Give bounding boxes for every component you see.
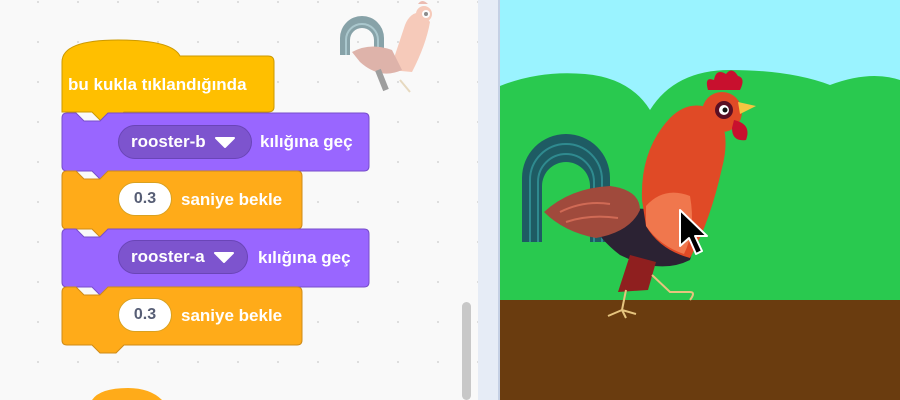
stage[interactable] [500, 0, 900, 400]
costume-dropdown-2[interactable]: rooster-a [118, 240, 248, 274]
costume-dropdown-2-value: rooster-a [131, 247, 205, 266]
caret-down-icon [214, 137, 235, 148]
ground-backdrop [500, 300, 900, 400]
wait-seconds-input-1[interactable]: 0.3 [118, 182, 172, 216]
costume-dropdown-1[interactable]: rooster-b [118, 125, 252, 159]
code-area[interactable]: bu kukla tıklandığında rooster-b kılığın… [0, 0, 478, 400]
wait-label-1[interactable]: saniye bekle [181, 190, 282, 210]
wait-seconds-input-2[interactable]: 0.3 [118, 298, 172, 332]
vertical-scrollbar[interactable] [462, 302, 471, 400]
costume-dropdown-1-value: rooster-b [131, 132, 206, 151]
caret-down-icon [213, 252, 234, 263]
stage-canvas [500, 0, 900, 400]
switch-costume-label-1[interactable]: kılığına geç [260, 132, 353, 152]
partial-hat-block-shape [92, 388, 162, 400]
switch-costume-label-2[interactable]: kılığına geç [258, 248, 351, 268]
wait-label-2[interactable]: saniye bekle [181, 306, 282, 326]
hat-block-label[interactable]: bu kukla tıklandığında [68, 75, 247, 95]
panel-divider [478, 0, 500, 400]
